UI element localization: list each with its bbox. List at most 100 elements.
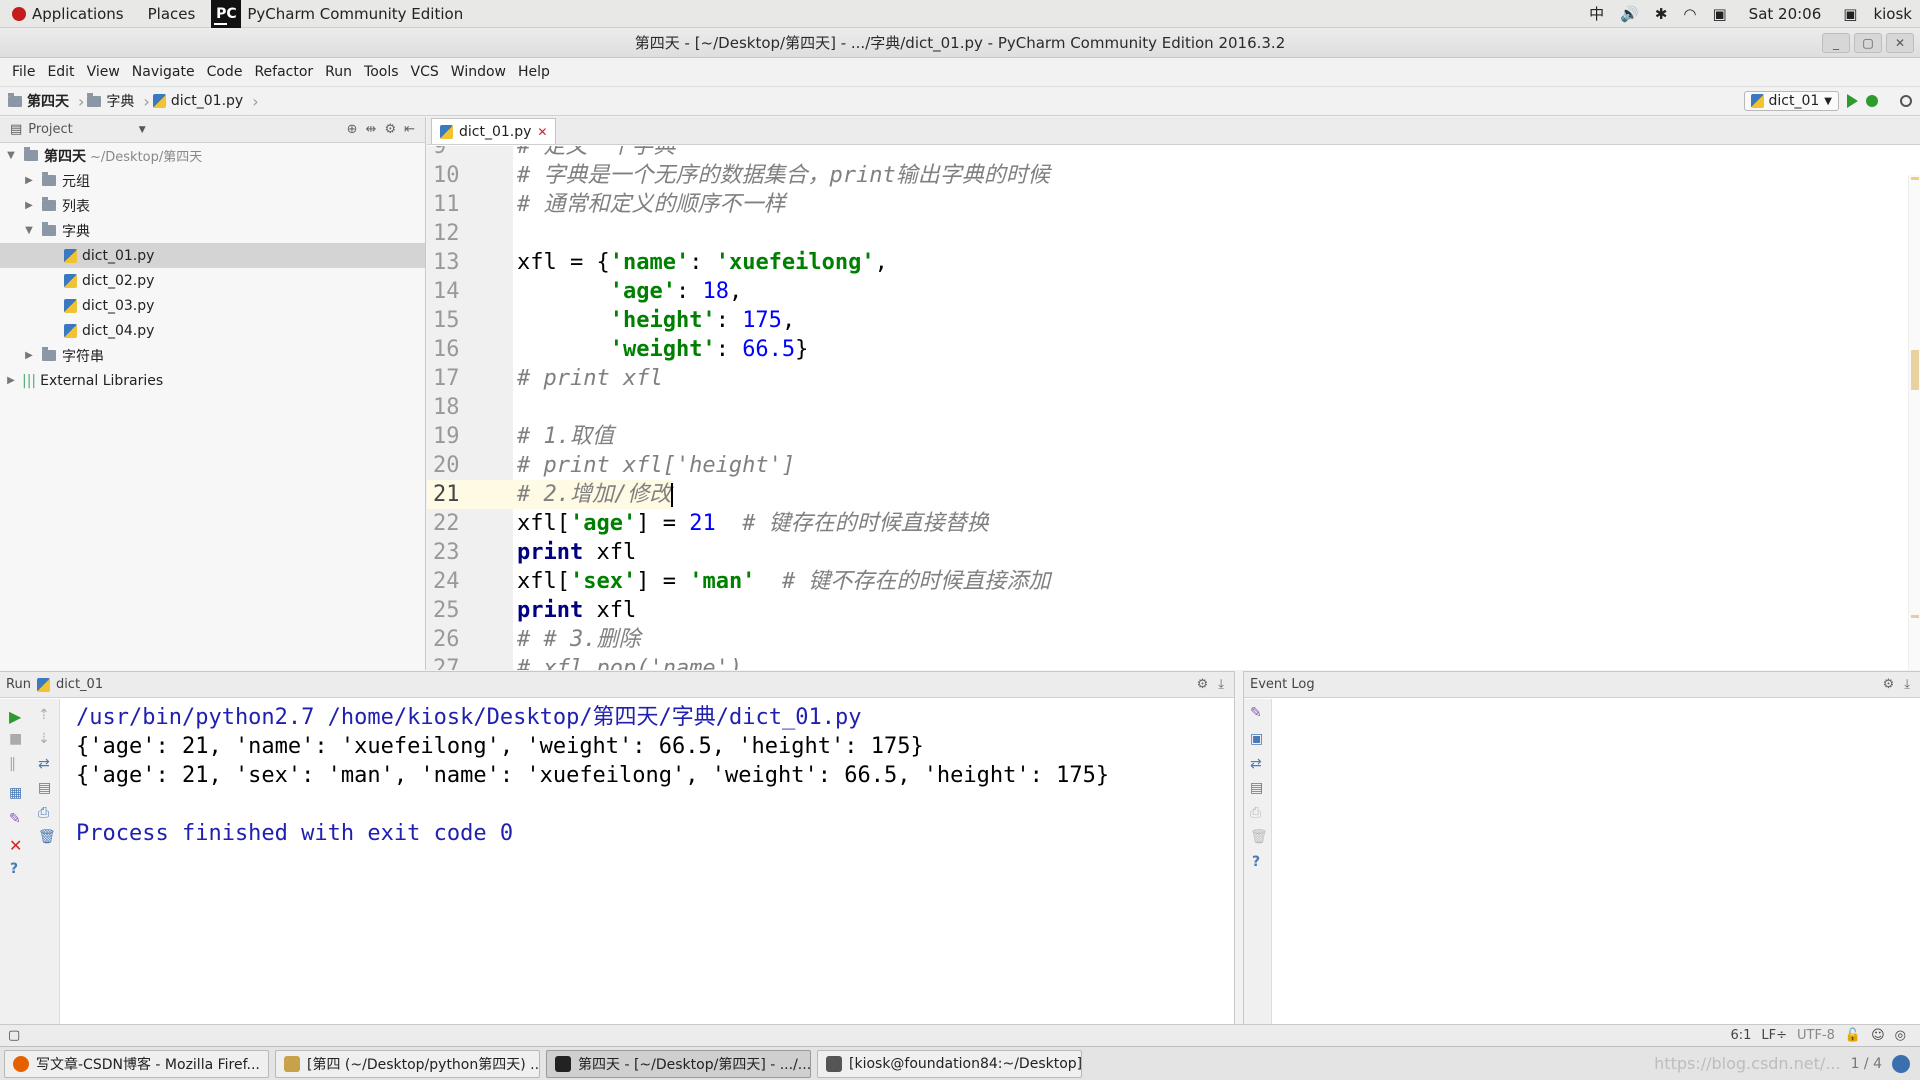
expanded-icon[interactable]: ▼	[6, 150, 16, 161]
soft-wrap-icon[interactable]: ⇄	[1250, 756, 1266, 772]
code-line[interactable]: 25 print xfl	[427, 596, 1920, 625]
workspace-pager[interactable]: 1 / 4	[1851, 1056, 1882, 1072]
code-line[interactable]: 13 xfl = {'name': 'xuefeilong',	[427, 248, 1920, 277]
breadcrumb-folder[interactable]: 字典	[87, 91, 140, 111]
task-pycharm[interactable]: 第四天 - [~/Desktop/第四天] - .../...	[546, 1049, 811, 1078]
menu-file[interactable]: File	[6, 64, 41, 80]
stripe-marker[interactable]	[1911, 615, 1919, 618]
hide-panel-icon[interactable]: ⤓	[1218, 677, 1224, 692]
task-terminal[interactable]: [kiosk@foundation84:~/Desktop]	[817, 1049, 1082, 1078]
gear-icon[interactable]: ⚙	[384, 122, 396, 137]
error-stripe[interactable]	[1908, 175, 1920, 670]
help-icon[interactable]: ?	[1252, 854, 1268, 870]
stripe-marker[interactable]	[1911, 177, 1919, 180]
menu-code[interactable]: Code	[201, 64, 249, 80]
pause-icon[interactable]: ‖	[9, 756, 25, 772]
gear-icon[interactable]: ⚙	[1197, 677, 1209, 692]
run-icon[interactable]	[1847, 94, 1858, 108]
trash-icon[interactable]: 🗑	[38, 829, 56, 845]
run-config-tab[interactable]: dict_01	[56, 677, 103, 692]
code-line[interactable]: 17 # print xfl	[427, 364, 1920, 393]
file-encoding[interactable]: UTF-8	[1797, 1028, 1835, 1043]
code-line[interactable]: 19 # 1.取值	[427, 422, 1920, 451]
print-icon[interactable]: ⎙	[1250, 805, 1266, 821]
code-line[interactable]: 15 'height': 175,	[427, 306, 1920, 335]
editor-tab[interactable]: dict_01.py ✕	[431, 118, 557, 144]
collapsed-icon[interactable]: ▶	[24, 350, 34, 361]
info-icon[interactable]	[1892, 1054, 1910, 1073]
console-output[interactable]: /usr/bin/python2.7 /home/kiosk/Desktop/第…	[76, 703, 1109, 848]
minimize-button[interactable]: _	[1822, 33, 1850, 53]
maximize-button[interactable]: ▢	[1854, 33, 1882, 53]
code-line[interactable]: 14 'age': 18,	[427, 277, 1920, 306]
code-line[interactable]: 20 # print xfl['height']	[427, 451, 1920, 480]
clock[interactable]: Sat 20:06	[1735, 5, 1836, 23]
trash-icon[interactable]: 🗑	[1250, 829, 1268, 845]
menu-navigate[interactable]: Navigate	[126, 64, 201, 80]
rerun-icon[interactable]: ▶	[9, 707, 25, 726]
code-line[interactable]: 26 # # 3.删除	[427, 625, 1920, 654]
bluetooth-icon[interactable]: ✱	[1647, 5, 1676, 23]
breadcrumb-file[interactable]: dict_01.py	[152, 93, 249, 109]
task-editor[interactable]: [第四 (~/Desktop/python第四天) ...	[275, 1049, 540, 1078]
print-icon[interactable]: ⎙	[38, 805, 54, 821]
scroll-down-icon[interactable]: ⇣	[38, 731, 54, 747]
menu-window[interactable]: Window	[445, 64, 512, 80]
collapsed-icon[interactable]: ▶	[24, 175, 34, 186]
menu-help[interactable]: Help	[512, 64, 556, 80]
menu-tools[interactable]: Tools	[358, 64, 405, 80]
code-line[interactable]: 22 xfl['age'] = 21 # 键存在的时候直接替换	[427, 509, 1920, 538]
soft-wrap-icon[interactable]: ⇄	[38, 756, 54, 772]
restore-layout-icon[interactable]: ▦	[9, 785, 25, 801]
tree-external-libraries[interactable]: ▶ ||| External Libraries	[0, 368, 425, 393]
applications-menu[interactable]: Applications	[0, 0, 136, 28]
code-line[interactable]: 16 'weight': 66.5}	[427, 335, 1920, 364]
tree-item[interactable]: dict_04.py	[0, 318, 425, 343]
tree-item[interactable]: ▶ 元组	[0, 168, 425, 193]
code-line[interactable]: 12	[427, 219, 1920, 248]
inspector-icon[interactable]: ☺	[1871, 1028, 1885, 1043]
code-line[interactable]: 10 # 字典是一个无序的数据集合，print输出字典的时候	[427, 161, 1920, 190]
pin-icon[interactable]: ✎	[9, 811, 25, 827]
menu-refactor[interactable]: Refactor	[248, 64, 319, 80]
menu-vcs[interactable]: VCS	[405, 64, 445, 80]
scroll-up-icon[interactable]: ⇡	[38, 707, 54, 723]
line-separator[interactable]: LF÷	[1761, 1028, 1787, 1043]
lock-icon[interactable]: 🔓	[1845, 1028, 1861, 1043]
hide-panel-icon[interactable]: ⤓	[1904, 677, 1910, 692]
close-icon[interactable]: ✕	[9, 836, 25, 855]
breadcrumb-root[interactable]: 第四天	[8, 91, 75, 111]
run-config-select[interactable]: dict_01 ▼	[1743, 91, 1839, 111]
code-line[interactable]: 23 print xfl	[427, 538, 1920, 567]
settings-tool-icon[interactable]: ✎	[1250, 705, 1266, 721]
code-editor[interactable]: 9 # 定义一个字典 10 # 字典是一个无序的数据集合，print输出字典的时候 11…	[427, 146, 1920, 670]
mark-read-icon[interactable]: ▣	[1250, 731, 1266, 747]
close-window-button[interactable]: ✕	[1886, 33, 1914, 53]
stripe-marker[interactable]	[1911, 350, 1919, 390]
tree-item[interactable]: ▶ 列表	[0, 193, 425, 218]
task-firefox[interactable]: 写文章-CSDN博客 - Mozilla Firef...	[4, 1049, 269, 1078]
collapsed-icon[interactable]: ▶	[6, 375, 16, 386]
menu-edit[interactable]: Edit	[41, 64, 80, 80]
project-header-label[interactable]: Project	[28, 122, 72, 137]
expanded-icon[interactable]: ▼	[24, 225, 34, 236]
scroll-end-icon[interactable]: ▤	[1250, 780, 1266, 796]
event-icon[interactable]: ◎	[1895, 1028, 1906, 1043]
menu-run[interactable]: Run	[319, 64, 358, 80]
tree-root[interactable]: ▼ 第四天 ~/Desktop/第四天	[0, 143, 425, 168]
code-line[interactable]: 27 # xfl.pop('name')	[427, 654, 1920, 670]
code-line[interactable]: 21 # 2.增加/修改	[427, 480, 1920, 509]
menu-view[interactable]: View	[81, 64, 126, 80]
volume-icon[interactable]: 🔊	[1612, 5, 1647, 23]
help-icon[interactable]: ?	[10, 861, 26, 877]
input-method-indicator[interactable]: 中	[1581, 3, 1612, 24]
caret-position[interactable]: 6:1	[1730, 1028, 1751, 1043]
collapsed-icon[interactable]: ▶	[24, 200, 34, 211]
gear-icon[interactable]: ⚙	[1883, 677, 1895, 692]
tool-windows-icon[interactable]: ▢	[8, 1028, 20, 1043]
close-tab-icon[interactable]: ✕	[537, 125, 547, 139]
user-menu[interactable]: kiosk	[1865, 5, 1920, 23]
search-icon[interactable]	[1900, 95, 1912, 107]
scroll-end-icon[interactable]: ▤	[38, 780, 54, 796]
code-line[interactable]: 11 # 通常和定义的顺序不一样	[427, 190, 1920, 219]
